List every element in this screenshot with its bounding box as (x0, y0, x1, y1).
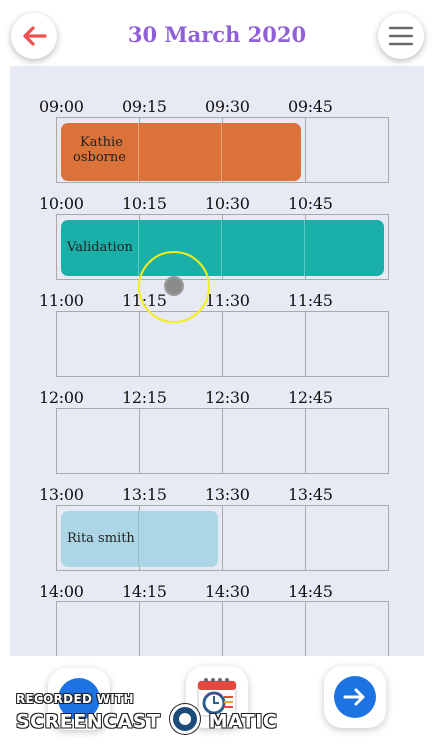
event-title: Rita smith (67, 531, 135, 546)
event-kathie-osborne[interactable]: Kathie osborne (61, 123, 301, 181)
time-label: 13:45 (288, 485, 333, 504)
header-bar: 30 March 2020 (0, 0, 434, 66)
next-day-button[interactable] (324, 666, 386, 728)
time-label: 09:00 (39, 97, 84, 116)
time-label: 13:15 (122, 485, 167, 504)
time-label: 12:30 (205, 388, 250, 407)
time-label: 10:45 (288, 194, 333, 213)
time-label: 12:45 (288, 388, 333, 407)
time-label: 09:30 (205, 97, 250, 116)
watermark-right: MATIC (208, 710, 278, 733)
next-button-circle (334, 676, 376, 718)
touch-indicator-dot (164, 276, 184, 296)
page-title: 30 March 2020 (127, 22, 307, 47)
arrow-right-icon (343, 688, 365, 706)
time-label: 10:15 (122, 194, 167, 213)
time-label: 14:15 (122, 582, 167, 601)
time-label: 12:00 (39, 388, 84, 407)
time-label: 13:30 (205, 485, 250, 504)
time-label: 14:00 (39, 582, 84, 601)
time-label: 11:00 (39, 291, 84, 310)
screencast-watermark: RECORDED WITH SCREENCAST MATIC (12, 690, 277, 742)
time-label: 11:45 (288, 291, 333, 310)
event-title: Validation (67, 240, 133, 255)
time-label: 09:45 (288, 97, 333, 116)
time-slot-grid[interactable] (56, 408, 389, 474)
time-label: 10:00 (39, 194, 84, 213)
time-label: 11:30 (205, 291, 250, 310)
event-title-line2: osborne (73, 150, 126, 165)
watermark-line2: SCREENCAST MATIC (16, 704, 278, 734)
screencast-logo-icon (169, 704, 200, 734)
time-label: 12:15 (122, 388, 167, 407)
menu-button[interactable] (378, 13, 424, 59)
event-title: Kathie (80, 135, 123, 150)
time-slot-grid[interactable] (56, 311, 389, 377)
time-label: 13:00 (39, 485, 84, 504)
time-label: 14:45 (288, 582, 333, 601)
time-label: 09:15 (122, 97, 167, 116)
day-schedule[interactable]: 09:00 09:15 09:30 09:45 Kathie osborne 1… (10, 66, 424, 656)
time-label: 10:30 (205, 194, 250, 213)
watermark-line1: RECORDED WITH (16, 692, 134, 706)
watermark-left: SCREENCAST (16, 710, 161, 733)
hamburger-menu-icon (389, 26, 413, 46)
event-rita-smith[interactable]: Rita smith (61, 511, 218, 567)
time-label: 14:30 (205, 582, 250, 601)
event-validation[interactable]: Validation (61, 220, 384, 276)
time-slot-grid[interactable] (56, 601, 389, 656)
